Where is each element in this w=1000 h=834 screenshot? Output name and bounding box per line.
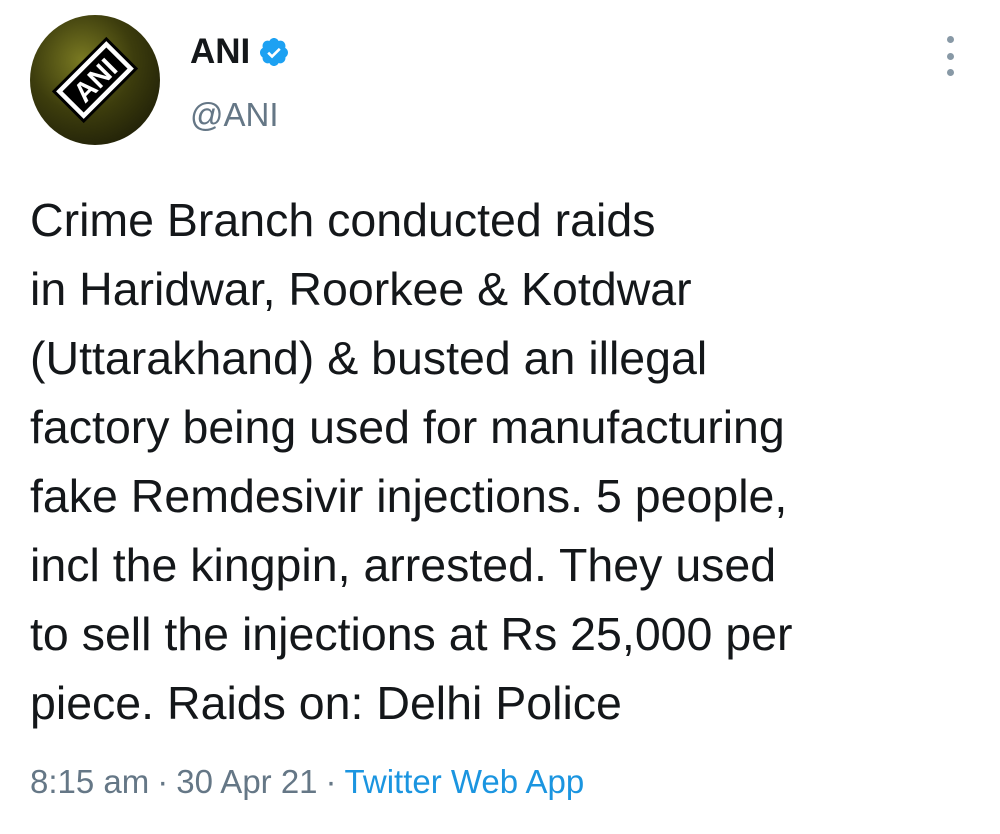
author-handle[interactable]: @ANI — [190, 93, 279, 137]
tweet-text-line: Crime Branch conducted raids — [30, 194, 656, 246]
tweet-text-line: to sell the injections at Rs 25,000 per — [30, 608, 793, 660]
tweet-text-line: incl the kingpin, arrested. They used — [30, 539, 777, 591]
display-name[interactable]: ANI — [190, 30, 250, 74]
tweet-text-line: piece. Raids on: Delhi Police — [30, 677, 622, 729]
ani-logo-icon: ANI — [51, 36, 139, 124]
more-options-icon[interactable] — [938, 36, 962, 76]
avatar[interactable]: ANI — [30, 15, 160, 145]
tweet-text-line: factory being used for manufacturing — [30, 401, 785, 453]
tweet-source-link[interactable]: Twitter Web App — [345, 763, 585, 800]
tweet-metadata: 8:15 am · 30 Apr 21 · Twitter Web App — [30, 758, 584, 806]
meta-separator: · — [157, 763, 169, 800]
meta-separator: · — [325, 763, 337, 800]
tweet-text-line: fake Remdesivir injections. 5 people, — [30, 470, 788, 522]
verified-badge-icon — [258, 36, 290, 68]
tweet-text-line: in Haridwar, Roorkee & Kotdwar — [30, 263, 692, 315]
tweet-text-line: (Uttarakhand) & busted an illegal — [30, 332, 708, 384]
tweet-text: Crime Branch conducted raids in Haridwar… — [30, 186, 980, 738]
tweet-card: ANI ANI @ANI Crime Branch conducted raid… — [0, 0, 1000, 834]
author-name-row: ANI — [190, 30, 290, 74]
tweet-date[interactable]: 30 Apr 21 — [176, 763, 317, 800]
tweet-time[interactable]: 8:15 am — [30, 763, 149, 800]
